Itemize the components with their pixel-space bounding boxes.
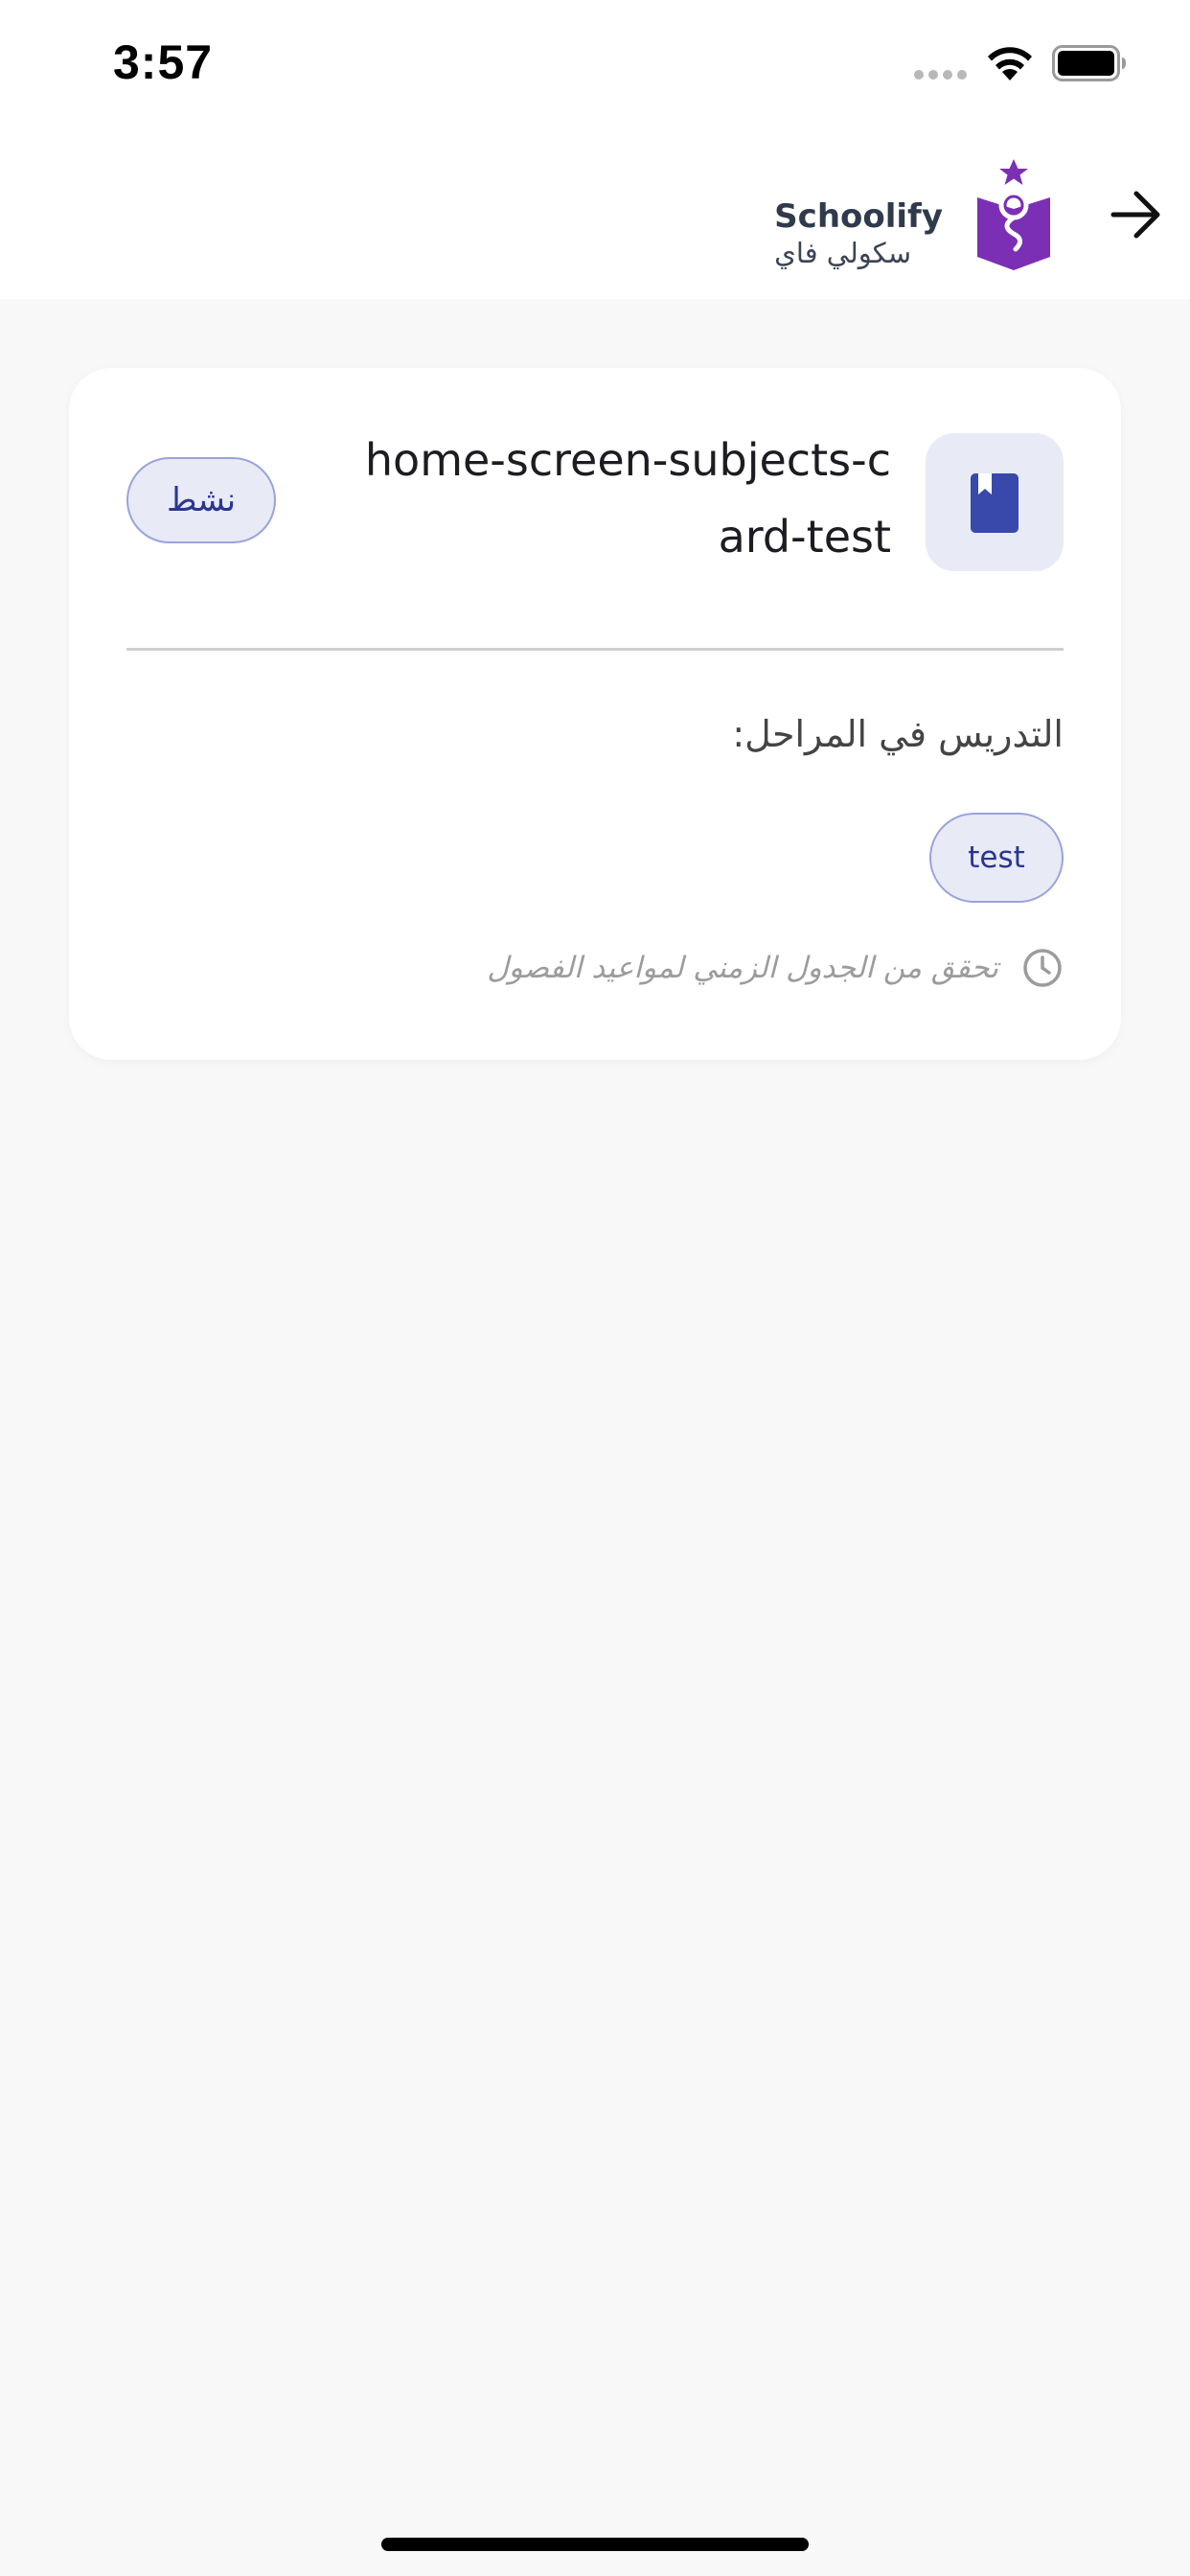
battery-icon [1052, 45, 1126, 81]
book-icon [971, 473, 1018, 533]
schedule-hint: تحقق من الجدول الزمني لمواعيد الفصول [487, 947, 1064, 989]
subject-card[interactable]: home-screen-subjects-card-test نشط التدر… [69, 368, 1121, 1060]
schoolify-logo-icon [977, 159, 1050, 270]
stages-label: التدريس في المراحل: [732, 713, 1064, 755]
card-divider [126, 648, 1064, 651]
brand-logo: Schoolify سكولي فاي [747, 157, 1054, 272]
home-indicator[interactable] [381, 2538, 809, 2551]
cellular-signal-icon [914, 70, 967, 80]
schedule-hint-text: تحقق من الجدول الزمني لمواعيد الفصول [487, 951, 998, 985]
arrow-right-icon[interactable] [1108, 188, 1165, 242]
wifi-icon [988, 47, 1032, 80]
clock-icon [1023, 949, 1062, 987]
status-time: 3:57 [113, 35, 214, 89]
brand-name-ar: سكولي فاي [774, 237, 912, 269]
screen: 3:57 Schoolify سكولي فاي home-screen-sub… [0, 0, 1190, 2576]
subject-title: home-screen-subjects-card-test [364, 434, 891, 563]
app-header: Schoolify سكولي فاي [0, 128, 1190, 299]
subject-icon-container [926, 433, 1064, 571]
brand-name-en: Schoolify [774, 197, 943, 236]
status-bar: 3:57 [0, 0, 1190, 128]
status-badge: نشط [126, 457, 276, 543]
stage-chip[interactable]: test [929, 813, 1064, 903]
brand-text: Schoolify سكولي فاي [774, 197, 943, 270]
